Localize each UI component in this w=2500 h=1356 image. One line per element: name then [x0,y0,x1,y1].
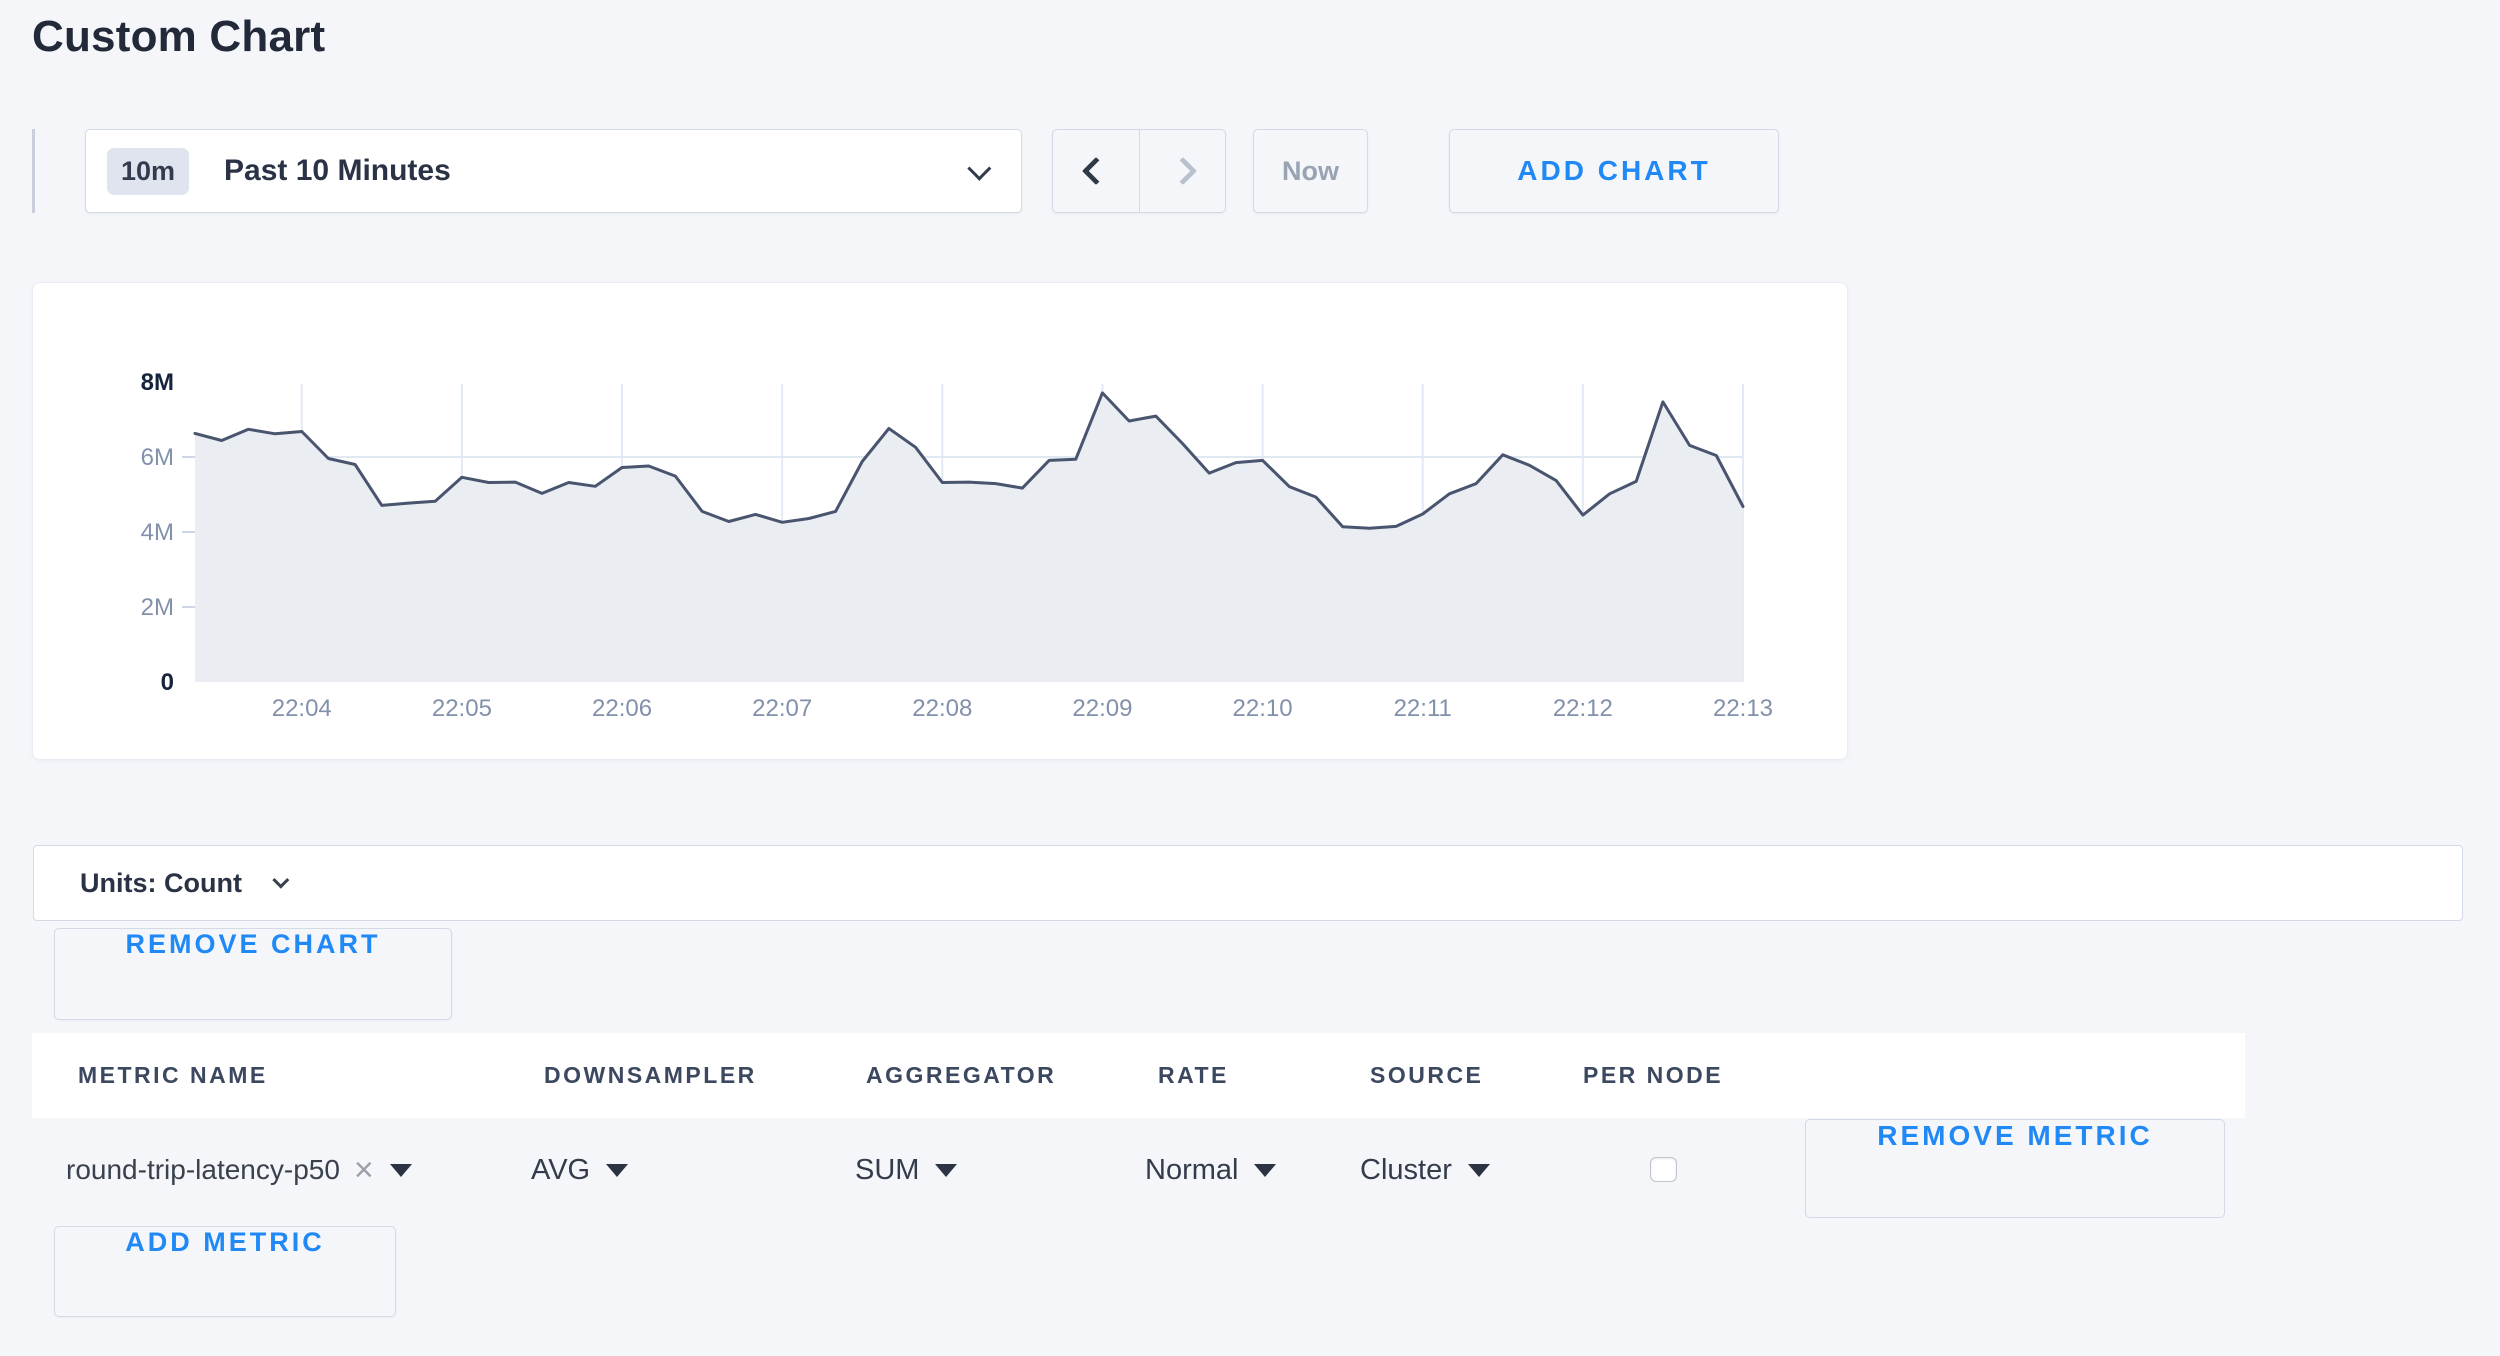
remove-metric-button[interactable]: REMOVE METRIC [1805,1119,2225,1218]
col-header-source: SOURCE [1370,1033,1483,1118]
time-range-badge: 10m [107,148,189,195]
col-header-aggregator: AGGREGATOR [866,1033,1056,1118]
svg-text:2M: 2M [141,594,174,621]
col-header-metric-name: METRIC NAME [78,1033,268,1118]
chevron-right-icon [1168,157,1196,185]
chevron-down-icon [272,872,289,889]
caret-down-icon [1468,1164,1490,1177]
page-title: Custom Chart [32,12,325,62]
rate-select[interactable]: Normal [1145,1146,1276,1194]
units-dropdown[interactable]: Units: Count [33,845,2463,921]
per-node-checkbox[interactable] [1650,1157,1677,1182]
next-range-button[interactable] [1139,130,1225,212]
toolbar-accent-line [32,129,35,213]
svg-text:4M: 4M [141,519,174,546]
svg-text:22:08: 22:08 [912,695,972,722]
svg-text:22:11: 22:11 [1394,695,1452,722]
time-range-nav [1052,129,1226,213]
caret-down-icon [606,1164,628,1177]
svg-text:22:09: 22:09 [1072,695,1132,722]
svg-text:22:04: 22:04 [272,695,332,722]
chart-card: 22:04 22:05 22:06 22:07 22:08 22:09 22:10 22:11… [32,282,1848,760]
downsampler-select[interactable]: AVG [531,1146,628,1194]
caret-down-icon [935,1164,957,1177]
metric-name-select[interactable]: round-trip-latency-p50 × [66,1146,412,1194]
add-metric-button[interactable]: ADD METRIC [54,1226,396,1317]
col-header-downsampler: DOWNSAMPLER [544,1033,757,1118]
units-label: Units: Count [80,868,242,899]
prev-range-button[interactable] [1053,130,1139,212]
chevron-down-icon [967,156,991,180]
source-value: Cluster [1360,1154,1452,1187]
now-button[interactable]: Now [1253,129,1368,213]
svg-text:22:07: 22:07 [752,695,812,722]
aggregator-select[interactable]: SUM [855,1146,957,1194]
svg-text:22:06: 22:06 [592,695,652,722]
col-header-per-node: PER NODE [1583,1033,1723,1118]
metrics-table-header: METRIC NAME DOWNSAMPLER AGGREGATOR RATE … [32,1033,2245,1118]
col-header-rate: RATE [1158,1033,1229,1118]
svg-text:22:13: 22:13 [1713,695,1773,722]
time-range-dropdown[interactable]: 10m Past 10 Minutes [85,129,1022,213]
add-chart-button[interactable]: ADD CHART [1449,129,1779,213]
svg-text:22:12: 22:12 [1553,695,1613,722]
caret-down-icon [1254,1164,1276,1177]
time-range-label: Past 10 Minutes [224,154,451,188]
timeseries-chart[interactable]: 22:04 22:05 22:06 22:07 22:08 22:09 22:10 22:11… [33,283,1847,759]
svg-text:8M: 8M [141,369,174,396]
chevron-left-icon [1082,157,1110,185]
metric-name-value: round-trip-latency-p50 [66,1154,340,1186]
aggregator-value: SUM [855,1154,919,1187]
clear-icon[interactable]: × [354,1153,374,1187]
caret-down-icon [390,1164,412,1177]
svg-text:0: 0 [161,669,174,696]
svg-text:22:10: 22:10 [1233,695,1293,722]
svg-text:6M: 6M [141,444,174,471]
remove-chart-button[interactable]: REMOVE CHART [54,928,452,1020]
source-select[interactable]: Cluster [1360,1146,1490,1194]
svg-text:22:05: 22:05 [432,695,492,722]
rate-value: Normal [1145,1154,1238,1187]
downsampler-value: AVG [531,1154,590,1187]
